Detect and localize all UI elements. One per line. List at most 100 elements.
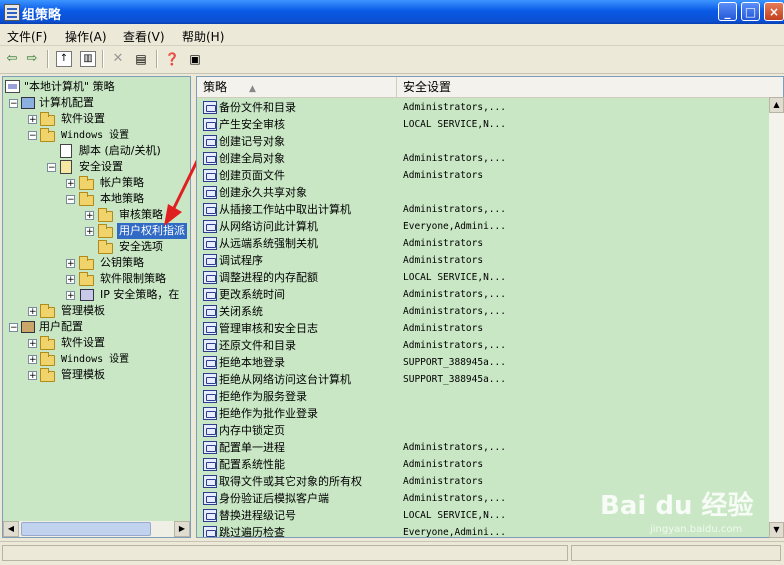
tree-item-computer-config[interactable]: 计算机配置 [21, 95, 96, 111]
policy-name: 调试程序 [219, 254, 263, 267]
column-header-security-setting[interactable]: 安全设置 [397, 77, 783, 97]
properties-icon[interactable]: ▣ [187, 51, 203, 67]
user-icon [21, 321, 35, 333]
security-setting: Administrators [403, 323, 484, 334]
maximize-button[interactable]: □ [741, 2, 760, 21]
policy-item-icon [203, 254, 217, 267]
tree-item-user-windows-settings[interactable]: Windows 设置 [40, 351, 131, 367]
expand-icon[interactable]: + [28, 339, 37, 349]
expand-icon[interactable]: + [66, 259, 75, 269]
expand-icon[interactable]: + [28, 355, 37, 365]
policy-item-icon [203, 118, 217, 131]
menu-action[interactable]: 操作(A) [65, 28, 107, 45]
tree-item-user-admin-templates[interactable]: 管理模板 [40, 367, 107, 383]
table-row[interactable]: 内存中锁定页 [201, 422, 761, 439]
table-row[interactable]: 拒绝从网络访问这台计算机 SUPPORT_388945a... [201, 371, 761, 388]
policy-item-icon [203, 509, 217, 522]
policy-list-pane[interactable]: 策略 ▲ 安全设置 备份文件和目录 Administrators,... 产生安全审核… [196, 76, 784, 538]
table-row[interactable]: 产生安全审核 LOCAL SERVICE,N... [201, 116, 761, 133]
tree-item-security-options[interactable]: 安全选项 [98, 239, 165, 255]
table-row[interactable]: 配置单一进程 Administrators,... [201, 439, 761, 456]
table-row[interactable]: 创建永久共享对象 [201, 184, 761, 201]
table-row[interactable]: 创建记号对象 [201, 133, 761, 150]
table-row[interactable]: 更改系统时间 Administrators,... [201, 286, 761, 303]
tree-item-audit-policy[interactable]: 审核策略 [98, 207, 165, 223]
menu-view[interactable]: 查看(V) [123, 28, 165, 45]
collapse-icon[interactable]: − [28, 131, 37, 141]
show-hide-tree-icon[interactable]: ▥ [80, 51, 96, 67]
tree-item-software-settings[interactable]: 软件设置 [40, 111, 107, 127]
collapse-icon[interactable]: − [9, 99, 18, 109]
menu-file[interactable]: 文件(F) [7, 28, 47, 45]
table-row[interactable]: 管理审核和安全日志 Administrators [201, 320, 761, 337]
close-button[interactable]: × [764, 2, 784, 21]
tree-item-user-software-settings[interactable]: 软件设置 [40, 335, 107, 351]
menu-help[interactable]: 帮助(H) [182, 28, 224, 45]
tree-item-account-policy[interactable]: 帐户策略 [79, 175, 146, 191]
scroll-down-icon[interactable]: ▼ [769, 522, 784, 538]
security-setting: Administrators,... [403, 102, 506, 113]
collapse-icon[interactable]: − [66, 195, 75, 205]
title-bar[interactable]: 组策略 _ □ × [0, 0, 784, 24]
policy-name: 身份验证后模拟客户端 [219, 492, 329, 505]
expand-icon[interactable]: + [66, 179, 75, 189]
expand-icon[interactable]: + [85, 227, 94, 237]
forward-arrow-icon[interactable]: ⇨ [24, 51, 40, 67]
help-icon[interactable]: ❓ [164, 51, 180, 67]
expand-icon[interactable]: + [66, 275, 75, 285]
policy-item-icon [203, 475, 217, 488]
table-row[interactable]: 备份文件和目录 Administrators,... [201, 99, 761, 116]
up-level-icon[interactable]: ↑ [56, 51, 72, 67]
status-segment [571, 545, 781, 561]
tree-item-admin-templates[interactable]: 管理模板 [40, 303, 107, 319]
export-list-icon[interactable]: ▤ [133, 51, 149, 67]
list-vertical-scrollbar[interactable]: ▲ ▼ [769, 97, 784, 538]
table-row[interactable]: 创建页面文件 Administrators [201, 167, 761, 184]
tree-horizontal-scrollbar[interactable]: ◀ ▶ [3, 521, 190, 537]
policy-item-icon [203, 526, 217, 537]
table-row[interactable]: 创建全局对象 Administrators,... [201, 150, 761, 167]
collapse-icon[interactable]: − [47, 163, 56, 173]
tree-item-windows-settings[interactable]: Windows 设置 [40, 127, 131, 143]
expand-icon[interactable]: + [28, 371, 37, 381]
table-row[interactable]: 从网络访问此计算机 Everyone,Admini... [201, 218, 761, 235]
policy-item-icon [203, 305, 217, 318]
tree-item-security-settings[interactable]: 安全设置 [60, 159, 125, 175]
tree-item-scripts[interactable]: 脚本 (启动/关机) [60, 143, 163, 159]
security-setting: LOCAL SERVICE,N... [403, 272, 506, 283]
folder-icon [40, 304, 55, 318]
scroll-thumb[interactable] [21, 522, 151, 536]
back-arrow-icon[interactable]: ⇦ [4, 51, 20, 67]
table-row[interactable]: 还原文件和目录 Administrators,... [201, 337, 761, 354]
tree-item-ip-security[interactable]: IP 安全策略，在 [79, 287, 181, 303]
tree-item-local-policy[interactable]: 本地策略 [79, 191, 146, 207]
table-row[interactable]: 从插接工作站中取出计算机 Administrators,... [201, 201, 761, 218]
tree-root[interactable]: "本地计算机" 策略 [5, 79, 117, 95]
scroll-left-icon[interactable]: ◀ [3, 521, 19, 537]
expand-icon[interactable]: + [28, 307, 37, 317]
table-row[interactable]: 关闭系统 Administrators,... [201, 303, 761, 320]
scroll-up-icon[interactable]: ▲ [769, 97, 784, 113]
expand-icon[interactable]: + [66, 291, 75, 301]
folder-icon [98, 224, 113, 238]
tree-item-software-restriction[interactable]: 软件限制策略 [79, 271, 168, 287]
collapse-icon[interactable]: − [9, 323, 18, 333]
table-row[interactable]: 从远端系统强制关机 Administrators [201, 235, 761, 252]
tree-item-user-config[interactable]: 用户配置 [21, 319, 85, 335]
delete-icon[interactable]: ✕ [110, 51, 126, 67]
table-row[interactable]: 调整进程的内存配额 LOCAL SERVICE,N... [201, 269, 761, 286]
column-header-policy[interactable]: 策略 ▲ [197, 77, 397, 97]
tree-pane[interactable]: "本地计算机" 策略 − 计算机配置 + 软件设置 − Windows 设置 脚… [2, 76, 191, 538]
table-row[interactable]: 调试程序 Administrators [201, 252, 761, 269]
table-row[interactable]: 配置系统性能 Administrators [201, 456, 761, 473]
table-row[interactable]: 拒绝作为服务登录 [201, 388, 761, 405]
tree-item-public-key-policy[interactable]: 公钥策略 [79, 255, 146, 271]
expand-icon[interactable]: + [28, 115, 37, 125]
minimize-button[interactable]: _ [718, 2, 737, 21]
policy-item-icon [203, 288, 217, 301]
expand-icon[interactable]: + [85, 211, 94, 221]
policy-name: 配置单一进程 [219, 441, 285, 454]
table-row[interactable]: 拒绝本地登录 SUPPORT_388945a... [201, 354, 761, 371]
scroll-right-icon[interactable]: ▶ [174, 521, 190, 537]
table-row[interactable]: 拒绝作为批作业登录 [201, 405, 761, 422]
